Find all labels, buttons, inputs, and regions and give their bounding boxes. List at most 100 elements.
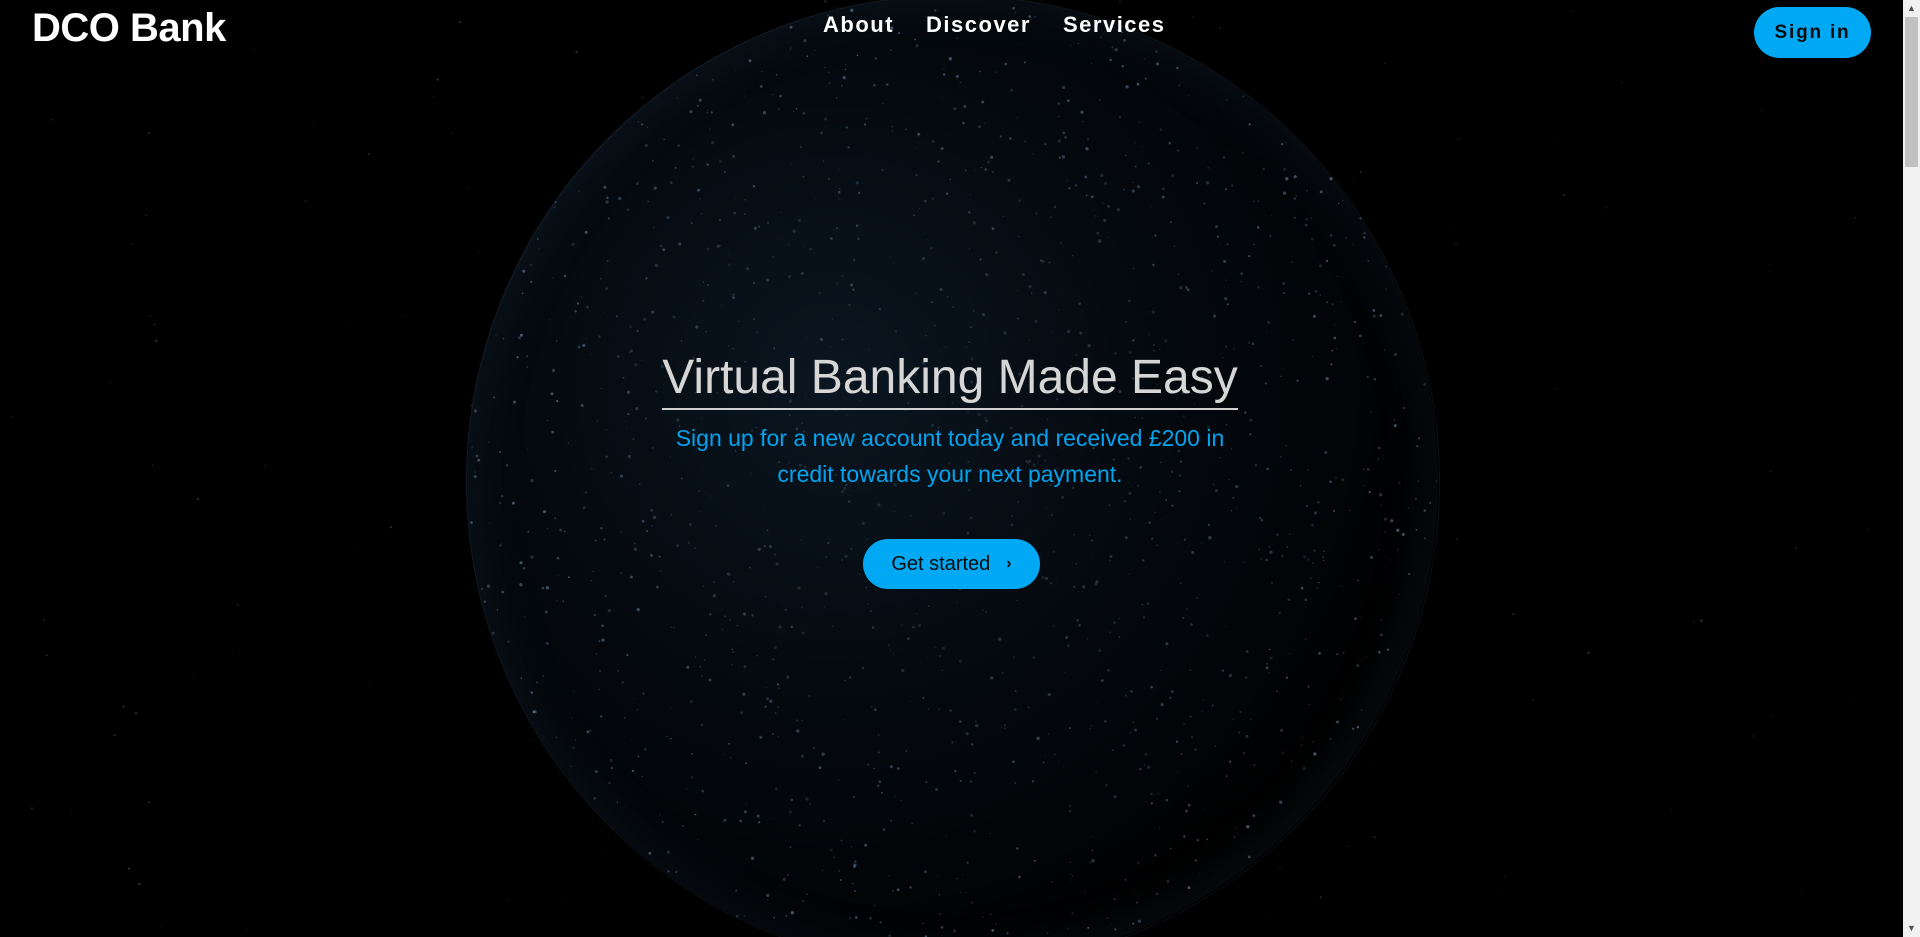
star-particle xyxy=(986,797,988,799)
globe-particle xyxy=(861,666,865,670)
globe-particle xyxy=(1078,590,1080,592)
scroll-up-arrow-icon[interactable]: ▲ xyxy=(1903,0,1920,17)
globe-particle xyxy=(1155,892,1159,896)
globe-particle xyxy=(705,330,707,333)
globe-particle xyxy=(707,110,709,112)
globe-particle xyxy=(576,302,580,305)
globe-particle xyxy=(959,81,961,83)
scroll-down-arrow-icon[interactable]: ▼ xyxy=(1903,920,1920,937)
globe-particle xyxy=(493,396,495,399)
globe-particle xyxy=(666,215,670,220)
get-started-button[interactable]: Get started › xyxy=(863,539,1040,589)
globe-particle xyxy=(548,319,551,321)
globe-particle xyxy=(1230,510,1233,512)
globe-particle xyxy=(1048,261,1051,264)
globe-particle xyxy=(1128,572,1130,575)
globe-particle xyxy=(1186,288,1190,292)
globe-particle xyxy=(1303,555,1307,559)
globe-particle xyxy=(753,317,756,321)
star-particle xyxy=(252,49,255,52)
globe-particle xyxy=(1403,407,1406,409)
globe-particle xyxy=(670,513,673,516)
globe-particle xyxy=(979,70,981,73)
globe-particle xyxy=(743,665,747,669)
globe-particle xyxy=(1030,292,1033,295)
globe-particle xyxy=(773,645,777,650)
globe-particle xyxy=(990,913,992,916)
globe-particle xyxy=(529,263,533,267)
globe-particle xyxy=(1384,530,1387,533)
star-particle xyxy=(553,206,556,209)
globe-particle xyxy=(1384,517,1388,521)
star-particle xyxy=(1371,762,1372,763)
globe-particle xyxy=(800,146,802,149)
globe-particle xyxy=(1071,912,1074,915)
star-particle xyxy=(602,853,603,855)
star-particle xyxy=(1188,95,1190,97)
globe-particle xyxy=(718,621,720,623)
globe-particle xyxy=(575,739,577,741)
globe-particle xyxy=(892,653,894,655)
globe-particle xyxy=(874,708,877,712)
globe-particle xyxy=(1095,580,1099,584)
globe-particle xyxy=(1270,215,1272,216)
star-particle xyxy=(1352,181,1354,184)
globe-particle xyxy=(678,242,682,246)
globe-particle xyxy=(1190,623,1193,626)
globe-particle xyxy=(582,506,586,510)
nav-item-discover[interactable]: Discover xyxy=(926,12,1031,38)
globe-particle xyxy=(1275,690,1278,693)
globe-particle xyxy=(642,692,645,695)
globe-particle xyxy=(635,181,639,186)
scrollbar-thumb[interactable] xyxy=(1905,17,1918,167)
globe-particle xyxy=(1046,932,1049,934)
globe-particle xyxy=(864,843,868,847)
brand-logo[interactable]: DCO Bank xyxy=(32,6,226,51)
vertical-scrollbar[interactable]: ▲ ▼ xyxy=(1903,0,1920,937)
globe-particle xyxy=(666,850,670,854)
globe-particle xyxy=(839,188,841,190)
nav-item-services[interactable]: Services xyxy=(1063,12,1166,38)
globe-particle xyxy=(1004,62,1008,66)
globe-particle xyxy=(1322,559,1325,562)
globe-particle xyxy=(1045,508,1047,510)
star-particle xyxy=(1458,137,1461,140)
sign-in-button[interactable]: Sign in xyxy=(1754,7,1871,58)
globe-particle xyxy=(1123,188,1125,191)
star-particle xyxy=(1373,836,1376,839)
globe-particle xyxy=(1183,723,1186,726)
globe-particle xyxy=(745,762,748,765)
globe-particle xyxy=(676,544,680,548)
star-particle xyxy=(836,227,839,230)
globe-particle xyxy=(1305,218,1308,221)
nav-item-about[interactable]: About xyxy=(823,12,894,38)
globe-particle xyxy=(519,333,523,337)
globe-particle xyxy=(1357,579,1359,582)
globe-particle xyxy=(1144,77,1147,80)
globe-particle xyxy=(530,555,534,559)
globe-particle xyxy=(752,184,756,188)
star-particle xyxy=(1571,9,1574,13)
globe-particle xyxy=(706,163,709,166)
globe-particle xyxy=(836,97,838,99)
globe-particle xyxy=(1154,794,1155,796)
globe-particle xyxy=(734,69,736,72)
globe-particle xyxy=(756,331,758,333)
globe-particle xyxy=(973,771,976,775)
globe-particle xyxy=(935,788,939,791)
globe-particle xyxy=(1068,187,1071,190)
globe-particle xyxy=(980,166,983,169)
globe-particle xyxy=(981,100,985,104)
star-particle xyxy=(467,187,470,190)
globe-particle xyxy=(709,128,711,130)
globe-particle xyxy=(1280,728,1283,732)
globe-particle xyxy=(941,646,945,650)
globe-particle xyxy=(827,178,830,180)
globe-particle xyxy=(823,606,825,608)
globe-particle xyxy=(475,454,479,458)
globe-particle xyxy=(964,169,967,172)
globe-particle xyxy=(1003,727,1006,730)
globe-particle xyxy=(1094,215,1097,217)
globe-particle xyxy=(1318,581,1320,584)
globe-particle xyxy=(1307,292,1311,296)
